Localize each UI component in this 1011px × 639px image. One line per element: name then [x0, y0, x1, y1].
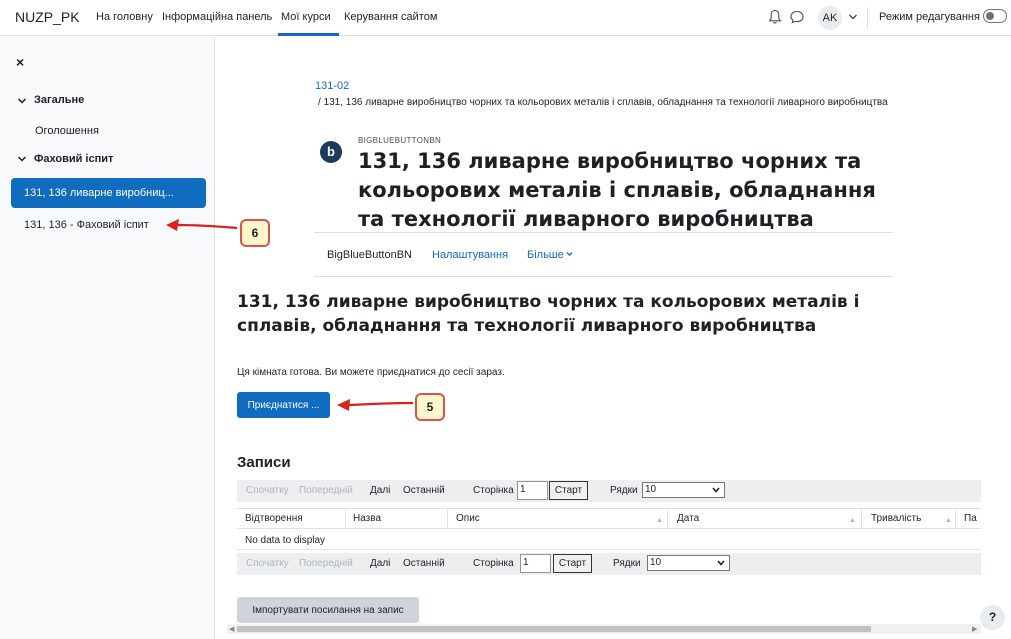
nav-my-courses[interactable]: Мої курси	[281, 11, 331, 23]
activity-title: 131, 136 ливарне виробництво чорних та к…	[358, 149, 876, 231]
section-exam-title[interactable]: Фаховий іспит	[34, 153, 113, 165]
rows-select-value: 10	[645, 484, 657, 495]
activity-type-label: BIGBLUEBUTTONBN	[358, 136, 442, 145]
tab-more[interactable]: Більше	[527, 249, 564, 261]
recordings-heading: Записи	[237, 454, 291, 471]
col-description[interactable]: Опис	[456, 513, 480, 524]
scrollbar-thumb[interactable]	[237, 626, 871, 632]
pager-next[interactable]: Далі	[370, 485, 390, 496]
page-number-input[interactable]: 1	[517, 481, 548, 500]
room-ready-text: Ця кімната готова. Ви можете приєднатися…	[237, 367, 505, 378]
pager-page-label: Сторінка	[473, 485, 514, 496]
pager-prev: Попередній	[299, 558, 353, 569]
horizontal-scrollbar[interactable]: ◀ ▶	[227, 624, 981, 634]
edit-mode-label: Режим редагування	[879, 11, 980, 23]
sidebar-item-active-bbb[interactable]: 131, 136 ливарне виробниц...	[11, 178, 206, 208]
join-session-button[interactable]: Приєднатися ...	[237, 392, 330, 418]
chevron-down-icon[interactable]	[566, 251, 573, 257]
annotation-arrow-6	[166, 219, 238, 231]
tab-settings[interactable]: Налаштування	[432, 249, 508, 261]
course-index-drawer: × Загальне Оголошення Фаховий іспит 131,…	[0, 37, 215, 639]
pager-rows-label: Рядки	[613, 558, 641, 569]
pager-first: Спочатку	[246, 485, 289, 496]
edit-mode-toggle[interactable]	[983, 9, 1007, 23]
column-divider	[447, 509, 448, 529]
pager-rows-label: Рядки	[610, 485, 638, 496]
col-playback[interactable]: Відтворення	[245, 513, 303, 524]
pager-next[interactable]: Далі	[370, 558, 390, 569]
pager-prev: Попередній	[299, 485, 353, 496]
sort-icon[interactable]: ▲	[945, 517, 952, 524]
site-brand[interactable]: NUZP_PK	[15, 9, 80, 25]
sidebar-item-exam[interactable]: 131, 136 - Фаховий іспит	[24, 219, 149, 231]
rows-per-page-select[interactable]: 10	[647, 555, 730, 571]
bigbluebutton-icon: b	[320, 141, 342, 163]
rows-per-page-select[interactable]: 10	[642, 482, 725, 498]
column-divider	[861, 509, 862, 529]
recordings-pager-bottom: Спочатку Попередній Далі Останній Сторін…	[237, 553, 981, 575]
bell-icon[interactable]	[768, 9, 782, 25]
col-duration[interactable]: Тривалість	[871, 513, 921, 524]
chat-icon[interactable]	[789, 9, 805, 25]
scroll-left-icon[interactable]: ◀	[229, 625, 234, 633]
page-title: 131, 136 ливарне виробництво чорних та к…	[237, 292, 860, 336]
recordings-pager-top: Спочатку Попередній Далі Останній Сторін…	[237, 480, 981, 502]
tab-bigbluebuttonbn[interactable]: BigBlueButtonBN	[327, 249, 412, 261]
chevron-down-icon[interactable]	[848, 13, 858, 21]
sidebar-item-announcements[interactable]: Оголошення	[35, 125, 99, 137]
pager-go-button[interactable]: Старт	[549, 481, 588, 500]
nav-site-admin[interactable]: Керування сайтом	[344, 11, 437, 23]
col-name[interactable]: Назва	[353, 513, 381, 524]
column-divider	[667, 509, 668, 529]
empty-table-text: No data to display	[245, 535, 326, 546]
top-navbar: NUZP_PK На головну Інформаційна панель М…	[0, 0, 1011, 36]
chevron-down-icon	[712, 487, 720, 493]
annotation-arrow-5	[337, 399, 414, 411]
user-avatar[interactable]: AK	[818, 6, 842, 30]
sort-icon[interactable]: ▲	[656, 517, 663, 524]
breadcrumb-course-link[interactable]: 131-02	[315, 80, 349, 92]
nav-active-indicator	[278, 33, 339, 36]
scroll-right-icon[interactable]: ▶	[972, 625, 977, 633]
column-divider	[345, 509, 346, 529]
page-number-input[interactable]: 1	[520, 554, 551, 573]
sort-icon[interactable]: ▲	[849, 517, 856, 524]
pager-last[interactable]: Останній	[403, 485, 445, 496]
annotation-callout-6: 6	[240, 219, 270, 247]
toggle-knob	[986, 12, 994, 20]
tabs-divider-bottom	[314, 276, 893, 277]
chevron-down-icon[interactable]	[17, 155, 27, 163]
table-row-divider	[237, 549, 981, 550]
pager-page-label: Сторінка	[473, 558, 514, 569]
annotation-callout-5: 5	[415, 393, 445, 421]
chevron-down-icon[interactable]	[17, 97, 27, 105]
col-date[interactable]: Дата	[677, 513, 699, 524]
nav-dashboard[interactable]: Інформаційна панель	[162, 11, 272, 23]
chevron-down-icon	[717, 560, 725, 566]
recordings-table-header: Відтворення Назва Опис ▲ Дата ▲ Триваліс…	[237, 508, 981, 529]
import-recording-links-button[interactable]: Імпортувати посилання на запис	[237, 597, 419, 623]
rows-select-value: 10	[650, 557, 662, 568]
pager-go-button[interactable]: Старт	[553, 554, 592, 573]
pager-last[interactable]: Останній	[403, 558, 445, 569]
breadcrumb-current: / 131, 136 ливарне виробництво чорних та…	[318, 97, 888, 108]
nav-home[interactable]: На головну	[96, 11, 153, 23]
section-general-title[interactable]: Загальне	[34, 94, 84, 106]
tabs-divider-top	[314, 232, 893, 233]
pager-first: Спочатку	[246, 558, 289, 569]
close-drawer-icon[interactable]: ×	[16, 54, 24, 70]
help-button[interactable]: ?	[980, 605, 1005, 630]
navbar-divider	[867, 7, 868, 29]
col-truncated[interactable]: Па	[964, 513, 977, 524]
column-divider	[955, 509, 956, 529]
